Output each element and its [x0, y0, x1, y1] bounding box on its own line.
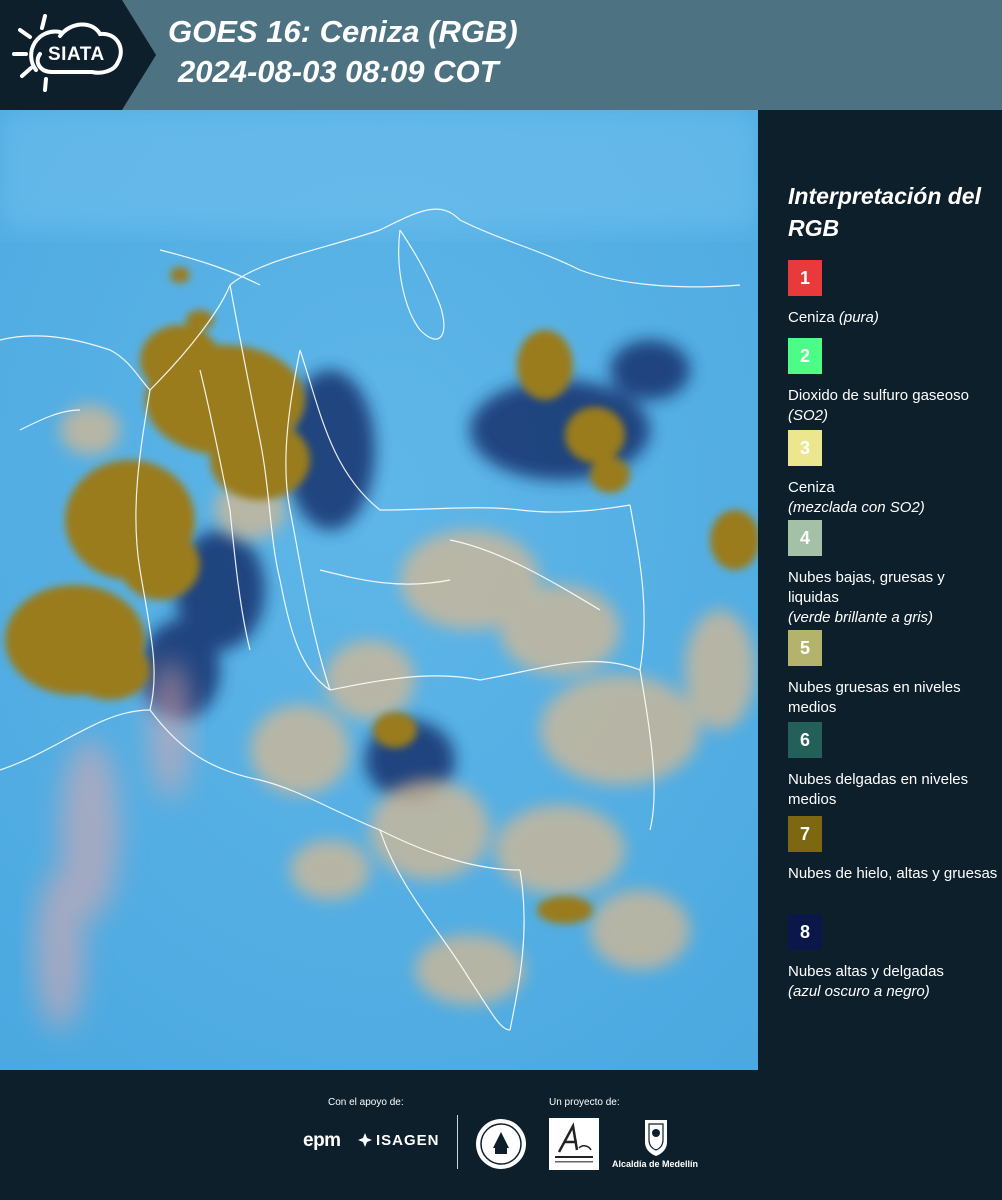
legend-swatch: 6	[788, 722, 822, 758]
legend-label: Ceniza (mezclada con SO2)	[788, 479, 925, 516]
legend-number: 5	[799, 637, 810, 658]
legend-note: (SO2)	[788, 407, 829, 424]
footer-divider	[457, 1115, 458, 1169]
legend-label: Nubes delgadas en niveles medios	[788, 771, 969, 808]
page-title: GOES 16: Ceniza (RGB)	[168, 14, 518, 49]
alcaldia-label: Alcaldía de Medellín	[612, 1159, 699, 1169]
legend-number: 6	[799, 729, 810, 750]
legend-label: Nubes de hielo, altas y gruesas	[788, 865, 998, 882]
legend-label: Dioxido de sulfuro gaseoso (SO2)	[788, 387, 969, 424]
legend-item-nubes-bajas: 4 Nubes bajas, gruesas y liquidas (verde …	[788, 520, 998, 628]
legend-item-nubes-altas-delgadas: 8 Nubes altas y delgadas (azul oscuro a n…	[788, 914, 998, 1002]
legend-label: Nubes gruesas en niveles medios	[788, 679, 961, 716]
legend-panel: Interpretación del RGB 1 Ceniza (pura) 2…	[760, 110, 1002, 1070]
legend-item-ceniza-pura: 1 Ceniza (pura)	[788, 260, 998, 328]
legend-swatch: 5	[788, 630, 822, 666]
legend-swatch: 2	[788, 338, 822, 374]
alcaldia-shield-icon[interactable]	[643, 1118, 669, 1158]
satellite-image[interactable]	[0, 110, 758, 1070]
isagen-icon	[358, 1133, 372, 1147]
project-label: Un proyecto de:	[549, 1097, 620, 1108]
legend-swatch: 7	[788, 816, 822, 852]
satellite-image-render	[0, 110, 758, 1070]
legend-item-so2: 2 Dioxido de sulfuro gaseoso (SO2)	[788, 338, 998, 426]
legend-item-nubes-hielo: 7 Nubes de hielo, altas y gruesas	[788, 816, 998, 884]
legend-label: Nubes altas y delgadas (azul oscuro a neg…	[788, 963, 944, 1000]
legend-number: 4	[799, 527, 810, 548]
legend-number: 7	[799, 823, 810, 844]
legend-swatch: 3	[788, 430, 822, 466]
legend-note: (verde brillante a gris)	[788, 609, 934, 626]
legend-note: (mezclada con SO2)	[788, 499, 925, 516]
legend-number: 8	[799, 921, 810, 942]
timestamp: 2024-08-03 08:09 COT	[178, 54, 499, 89]
header: SIATA GOES 16: Ceniza (RGB) 2024-08-03 0…	[0, 0, 1002, 110]
legend-swatch: 8	[788, 914, 822, 950]
legend-number: 3	[799, 437, 810, 458]
area-metropolitana-logo[interactable]	[549, 1118, 599, 1170]
epm-logo[interactable]: epm	[303, 1130, 341, 1152]
legend-swatch: 4	[788, 520, 822, 556]
footer: Con el apoyo de: Un proyecto de: epm ISA…	[0, 1070, 1002, 1200]
logo-text: SIATA	[48, 44, 105, 65]
legend-number: 2	[799, 345, 810, 366]
siata-logo[interactable]: SIATA	[0, 0, 158, 110]
seal-icon[interactable]	[475, 1118, 527, 1170]
legend-item-ceniza-so2: 3 Ceniza (mezclada con SO2)	[788, 430, 998, 518]
legend-note: (azul oscuro a negro)	[788, 983, 930, 1000]
legend-item-nubes-delgadas-medios: 6 Nubes delgadas en niveles medios	[788, 722, 998, 810]
legend-title: Interpretación del RGB	[788, 183, 981, 241]
legend-note: (pura)	[838, 309, 879, 326]
support-label: Con el apoyo de:	[328, 1097, 404, 1108]
legend-label: Ceniza (pura)	[788, 309, 879, 326]
legend-item-nubes-gruesas-medios: 5 Nubes gruesas en niveles medios	[788, 630, 998, 718]
isagen-logo[interactable]: ISAGEN	[376, 1132, 440, 1149]
legend-number: 1	[799, 267, 810, 288]
area-metropolitana-icon	[555, 1122, 593, 1163]
legend-label: Nubes bajas, gruesas y liquidas (verde br…	[788, 569, 945, 626]
legend-swatch: 1	[788, 260, 822, 296]
